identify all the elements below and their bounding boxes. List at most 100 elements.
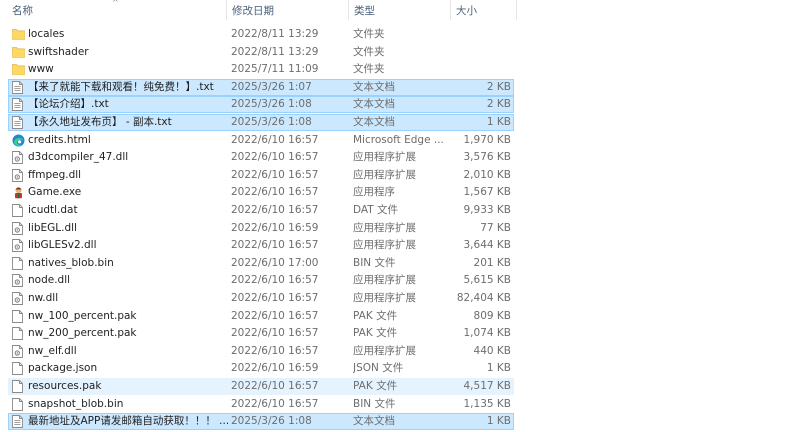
file-name: nw_elf.dll <box>28 344 77 357</box>
file-row[interactable]: d3dcompiler_47.dll 2022/6/10 16:57 应用程序扩展 3… <box>8 149 514 166</box>
text-file-icon <box>12 80 24 94</box>
text-file-icon <box>12 98 24 112</box>
file-date: 2022/6/10 17:00 <box>231 256 319 269</box>
file-name: locales <box>28 28 65 40</box>
file-date: 2022/6/10 16:57 <box>231 327 319 340</box>
file-date: 2022/6/10 16:57 <box>231 168 319 181</box>
file-row[interactable]: swiftshader 2022/8/11 13:29 文件夹 <box>8 44 514 61</box>
column-name-header[interactable]: 名称 <box>12 3 33 19</box>
file-date: 2022/6/10 16:57 <box>231 204 319 216</box>
file-type: 文本文档 <box>353 80 395 93</box>
column-header: 名称 ^ 修改日期 类型 大小 <box>0 0 800 22</box>
file-type: 文件夹 <box>353 45 385 58</box>
file-date: 2025/3/26 1:08 <box>231 98 312 111</box>
file-row[interactable]: nw_100_percent.pak 2022/6/10 16:57 PAK 文件 8… <box>8 308 514 325</box>
file-row[interactable]: ffmpeg.dll 2022/6/10 16:57 应用程序扩展 2,010 KB <box>8 167 514 184</box>
file-size: 440 KB <box>473 344 511 357</box>
file-type: PAK 文件 <box>353 327 398 340</box>
column-size-header[interactable]: 大小 <box>456 3 477 19</box>
file-date: 2025/3/26 1:08 <box>231 116 312 128</box>
file-date: 2025/7/11 11:09 <box>231 63 319 76</box>
file-name: swiftshader <box>28 45 89 58</box>
file-type: PAK 文件 <box>353 309 398 322</box>
file-size: 1 KB <box>486 116 511 128</box>
file-size: 809 KB <box>473 309 511 322</box>
file-date: 2022/6/10 16:59 <box>231 221 319 234</box>
edge-icon <box>12 134 25 147</box>
file-type: 应用程序扩展 <box>353 221 416 234</box>
file-row[interactable]: libEGL.dll 2022/6/10 16:59 应用程序扩展 77 KB <box>8 220 514 237</box>
file-size: 77 KB <box>480 221 511 234</box>
file-type: 应用程序扩展 <box>353 274 416 287</box>
file-type: 应用程序扩展 <box>353 239 416 252</box>
file-row[interactable]: node.dll 2022/6/10 16:57 应用程序扩展 5,615 KB <box>8 272 514 289</box>
file-name: 最新地址及APP请发邮箱自动获取！！！ ... <box>28 415 228 428</box>
file-date: 2022/8/11 13:29 <box>231 28 319 40</box>
column-divider[interactable] <box>348 0 349 20</box>
file-size <box>443 61 511 78</box>
file-name: package.json <box>28 362 98 375</box>
file-name: d3dcompiler_47.dll <box>28 151 129 164</box>
file-name: credits.html <box>28 133 91 146</box>
blank-file-icon <box>12 397 24 411</box>
file-row[interactable]: 【永久地址发布页】 - 副本.txt 2025/3/26 1:08 文本文档 1 KB <box>8 114 514 131</box>
file-row[interactable]: 最新地址及APP请发邮箱自动获取！！！ ... 2025/3/26 1:08 文本文… <box>8 413 514 431</box>
file-row[interactable]: locales 2022/8/11 13:29 文件夹 <box>8 26 514 43</box>
column-type-header[interactable]: 类型 <box>354 3 375 19</box>
file-row[interactable]: www 2025/7/11 11:09 文件夹 <box>8 61 514 78</box>
file-row[interactable]: resources.pak 2022/6/10 16:57 PAK 文件 4,517 … <box>8 378 514 395</box>
file-name: natives_blob.bin <box>28 256 114 269</box>
file-size <box>443 44 511 61</box>
folder-icon <box>12 63 25 76</box>
blank-file-icon <box>12 380 24 393</box>
file-name: 【永久地址发布页】 - 副本.txt <box>28 116 172 128</box>
file-date: 2022/6/10 16:57 <box>231 186 319 199</box>
column-divider[interactable] <box>450 0 451 20</box>
file-row[interactable]: Game.exe 2022/6/10 16:57 应用程序 1,567 KB <box>8 184 514 201</box>
blank-file-icon <box>12 309 24 323</box>
column-divider[interactable] <box>516 0 517 20</box>
file-row[interactable]: libGLESv2.dll 2022/6/10 16:57 应用程序扩展 3,644 … <box>8 237 514 254</box>
file-date: 2025/3/26 1:08 <box>231 415 312 428</box>
file-row[interactable]: 【论坛介绍】.txt 2025/3/26 1:08 文本文档 2 KB <box>8 96 514 114</box>
file-row[interactable]: credits.html 2022/6/10 16:57 Microsoft Edg… <box>8 132 514 149</box>
file-name: libGLESv2.dll <box>28 239 97 252</box>
file-type: 文本文档 <box>353 415 395 428</box>
file-row[interactable]: 【来了就能下载和观看！纯免费！】.txt 2025/3/26 1:07 文本文档 2 … <box>8 78 514 96</box>
game-exe-icon <box>12 186 24 199</box>
folder-icon <box>12 46 25 59</box>
dll-file-icon <box>12 292 24 305</box>
file-type: 应用程序 <box>353 186 395 199</box>
blank-file-icon <box>12 204 24 217</box>
file-size: 82,404 KB <box>456 292 511 304</box>
file-type: 文本文档 <box>353 116 395 128</box>
file-date: 2022/6/10 16:59 <box>231 362 319 375</box>
file-type: JSON 文件 <box>353 362 404 375</box>
file-size: 201 KB <box>473 256 511 269</box>
file-row[interactable]: natives_blob.bin 2022/6/10 17:00 BIN 文件 201… <box>8 255 514 272</box>
file-size: 5,615 KB <box>463 274 512 287</box>
file-row[interactable]: icudtl.dat 2022/6/10 16:57 DAT 文件 9,933 KB <box>8 202 514 219</box>
text-file-icon <box>12 116 24 129</box>
file-size: 2,010 KB <box>463 168 512 181</box>
column-divider[interactable] <box>226 0 227 20</box>
file-name: www <box>28 63 54 76</box>
file-date: 2022/6/10 16:57 <box>231 151 319 164</box>
blank-file-icon <box>12 327 24 341</box>
file-date: 2025/3/26 1:07 <box>231 80 312 93</box>
file-name: icudtl.dat <box>28 204 78 216</box>
file-size <box>443 26 511 43</box>
file-row[interactable]: nw_200_percent.pak 2022/6/10 16:57 PAK 文件 1… <box>8 325 514 342</box>
file-type: 应用程序扩展 <box>353 151 416 164</box>
file-type: 应用程序扩展 <box>353 292 416 304</box>
file-row[interactable]: snapshot_blob.bin 2022/6/10 16:57 BIN 文件 1,… <box>8 396 514 413</box>
file-date: 2022/6/10 16:57 <box>231 309 319 322</box>
file-row[interactable]: package.json 2022/6/10 16:59 JSON 文件 1 KB <box>8 360 514 377</box>
file-size: 1,567 KB <box>463 186 512 199</box>
file-name: nw.dll <box>28 292 59 304</box>
file-size: 4,517 KB <box>463 380 512 392</box>
file-row[interactable]: nw_elf.dll 2022/6/10 16:57 应用程序扩展 440 KB <box>8 343 514 360</box>
file-row[interactable]: nw.dll 2022/6/10 16:57 应用程序扩展 82,404 KB <box>8 290 514 307</box>
column-date-header[interactable]: 修改日期 <box>232 3 274 19</box>
dll-file-icon <box>12 221 24 235</box>
